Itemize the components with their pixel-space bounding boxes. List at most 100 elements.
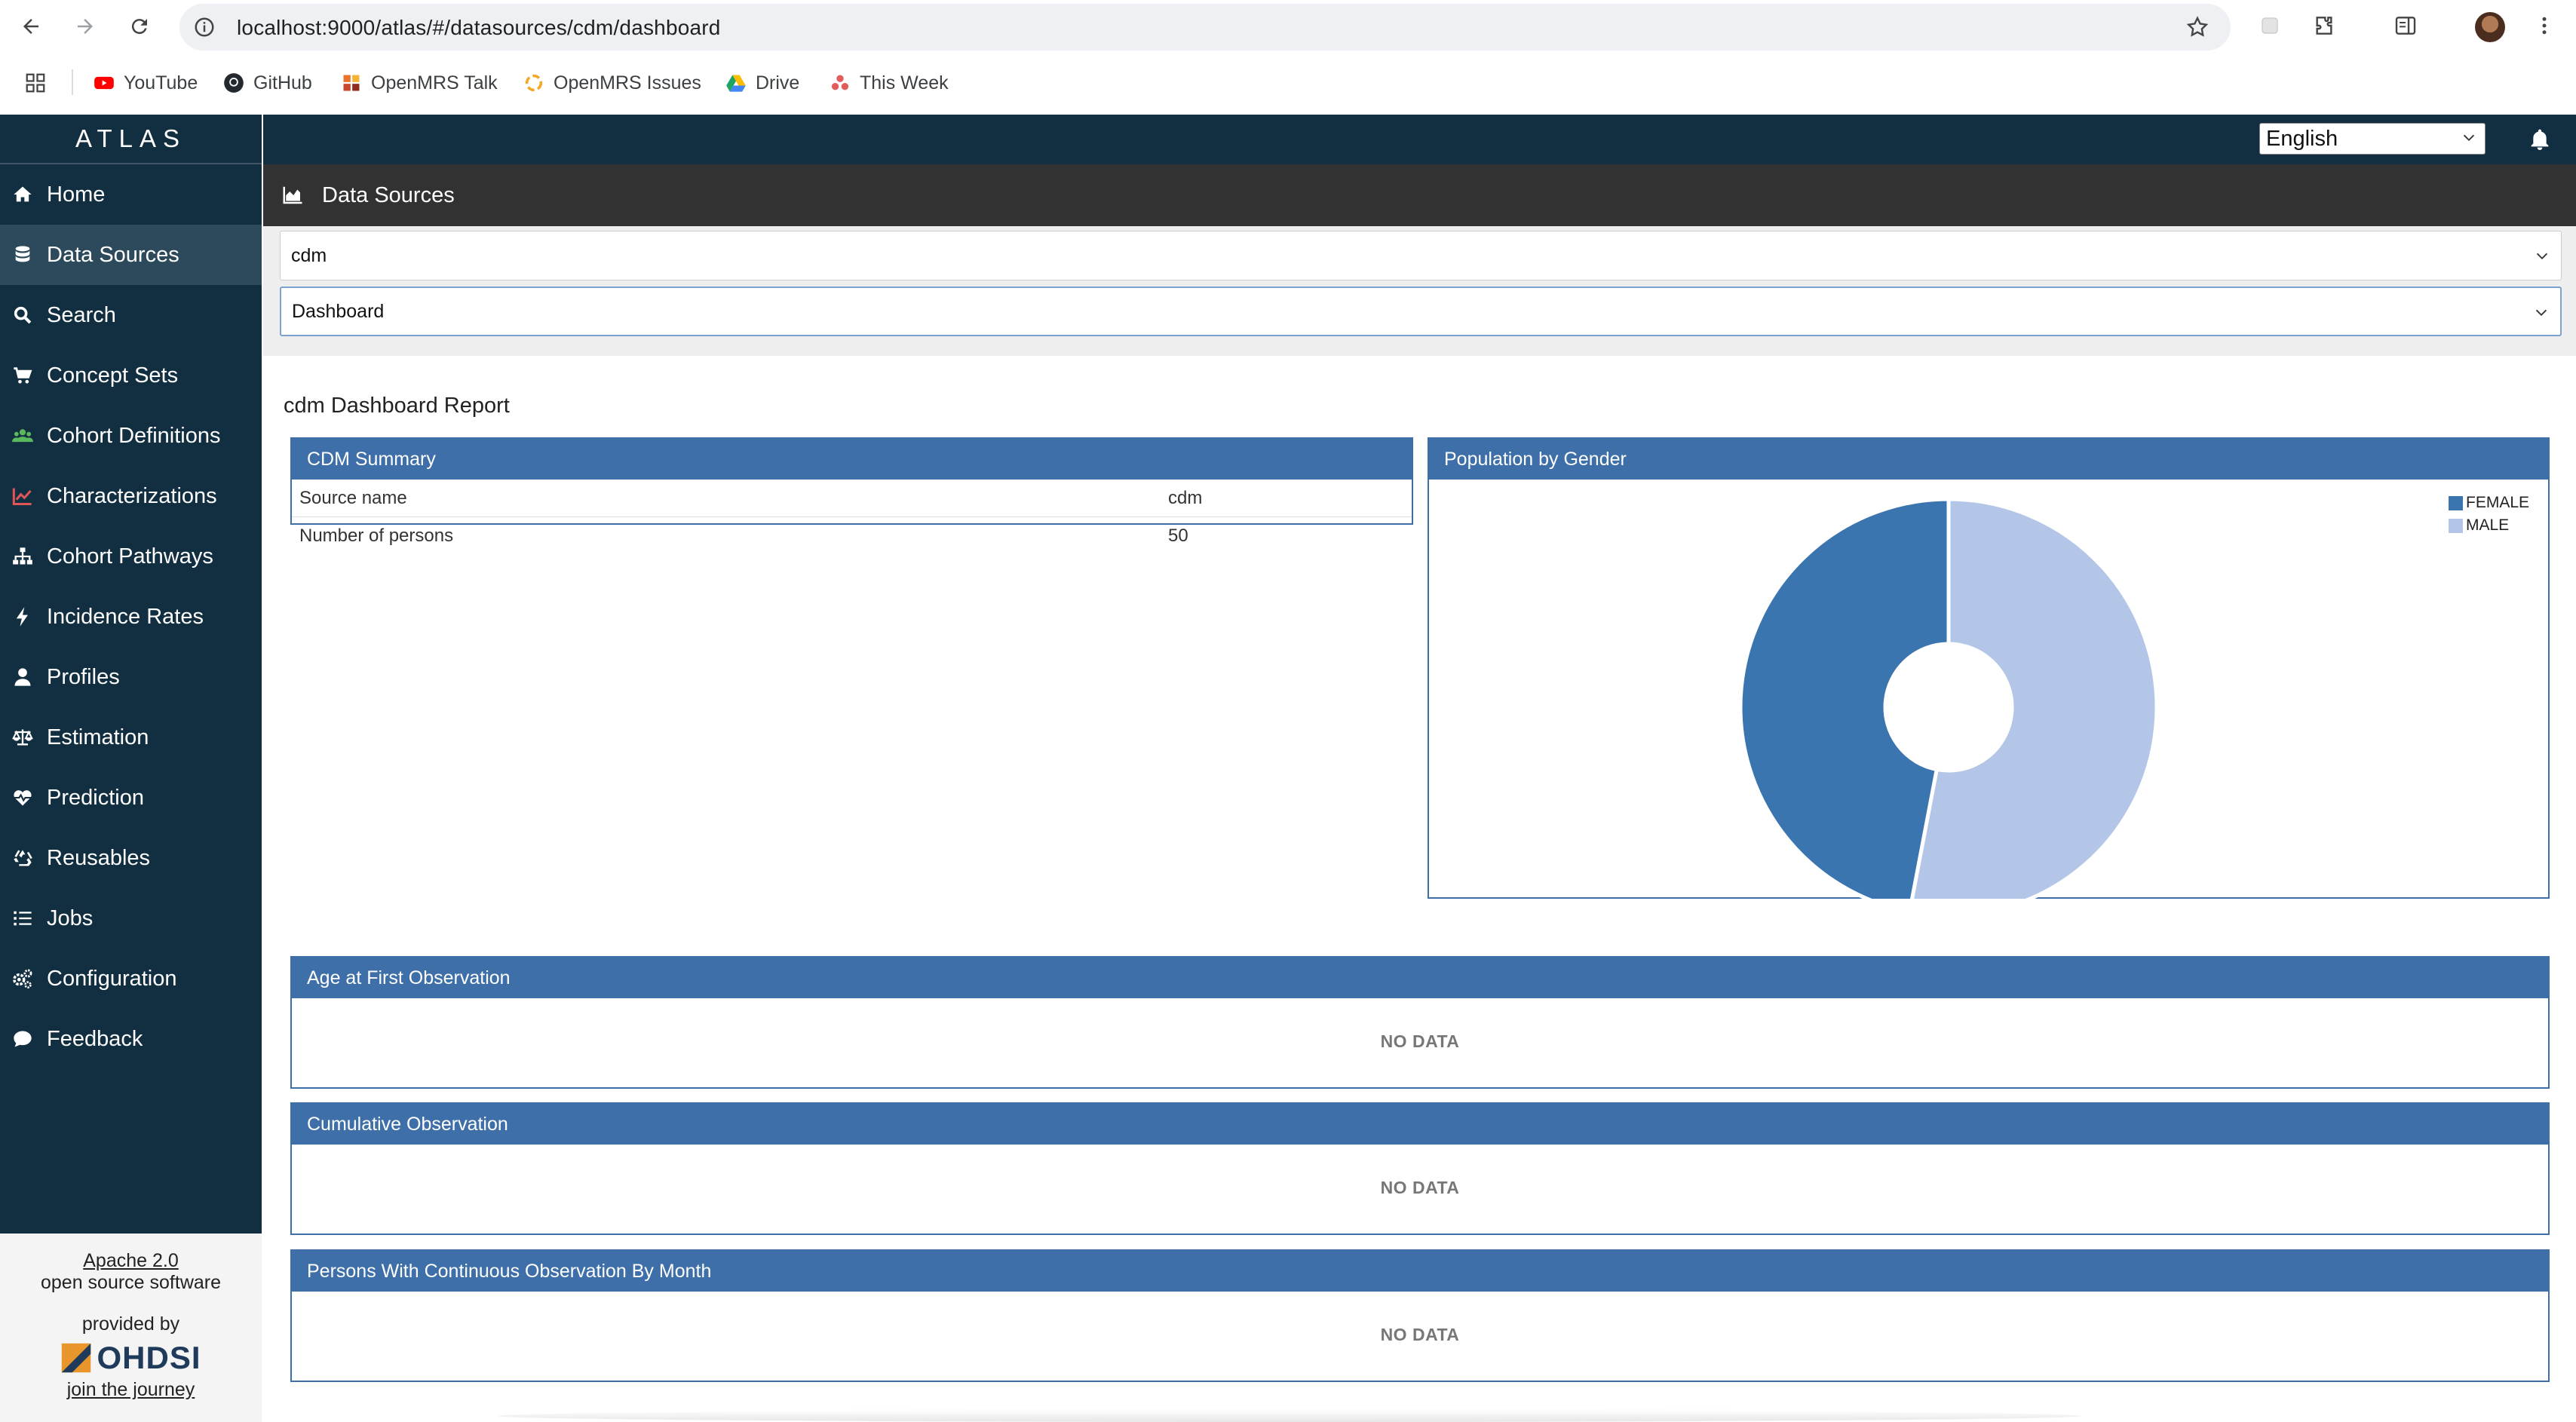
sidebar-item-label: Jobs bbox=[47, 906, 94, 930]
browser-toolbar: localhost:9000/atlas/#/datasources/cdm/d… bbox=[0, 0, 2576, 53]
pie-slice-female[interactable] bbox=[1738, 497, 1951, 899]
page-bottom-shadow bbox=[498, 1410, 2081, 1422]
sidebar-item-label: Configuration bbox=[47, 966, 177, 991]
report-select-value: Dashboard bbox=[292, 300, 385, 322]
sidebar-item-cohort-pathways[interactable]: Cohort Pathways bbox=[0, 526, 262, 587]
summary-value: 50 bbox=[1168, 526, 1188, 546]
line-chart-icon bbox=[9, 483, 36, 510]
forward-button[interactable] bbox=[69, 11, 101, 42]
page-header: Data Sources bbox=[263, 164, 2576, 226]
sidepanel-icon[interactable] bbox=[2392, 12, 2419, 39]
sidebar-item-label: Search bbox=[47, 302, 116, 327]
sidebar-item-profiles[interactable]: Profiles bbox=[0, 647, 262, 707]
join-journey-link[interactable]: join the journey bbox=[67, 1379, 195, 1400]
bookmark-github[interactable]: GitHub bbox=[223, 71, 312, 95]
balance-scale-icon bbox=[9, 724, 36, 751]
panel-title: CDM Summary bbox=[292, 439, 1412, 480]
apps-grid-icon[interactable] bbox=[24, 71, 47, 95]
bell-icon[interactable] bbox=[2528, 127, 2552, 152]
kebab-menu-icon[interactable] bbox=[2531, 12, 2558, 39]
puzzle-icon[interactable] bbox=[2311, 12, 2338, 39]
continuous-observation-panel: Persons With Continuous Observation By M… bbox=[290, 1249, 2550, 1382]
extension-placeholder-icon[interactable] bbox=[2256, 12, 2283, 39]
bookmark-label: Drive bbox=[756, 72, 800, 93]
app-topbar: English bbox=[263, 115, 2576, 164]
bookmark-openmrs-talk[interactable]: OpenMRS Talk bbox=[341, 71, 498, 95]
home-icon bbox=[9, 181, 36, 208]
youtube-icon bbox=[94, 76, 114, 90]
arrow-left-icon bbox=[23, 19, 38, 34]
source-select-value: cdm bbox=[291, 244, 327, 266]
sidebar-item-concept-sets[interactable]: Concept Sets bbox=[0, 345, 262, 406]
sidebar-menu: Home Data Sources Search Concept Sets Cohort… bbox=[0, 164, 262, 1069]
gender-donut-chart bbox=[1738, 497, 2159, 899]
apache-license-link[interactable]: Apache 2.0 bbox=[83, 1250, 179, 1271]
sidebar-item-prediction[interactable]: Prediction bbox=[0, 768, 262, 828]
no-data-text: NO DATA bbox=[1380, 1178, 1460, 1197]
reload-button[interactable] bbox=[124, 11, 155, 42]
legend-label: FEMALE bbox=[2466, 494, 2530, 511]
openmrs-issues-icon bbox=[525, 74, 543, 92]
heartbeat-icon bbox=[9, 784, 36, 811]
sidebar-item-label: Characterizations bbox=[47, 483, 217, 508]
sidebar-item-label: Home bbox=[47, 182, 106, 207]
sidebar-item-reusables[interactable]: Reusables bbox=[0, 828, 262, 888]
bolt-icon bbox=[9, 603, 36, 630]
bookmark-youtube[interactable]: YouTube bbox=[94, 71, 198, 95]
back-button[interactable] bbox=[15, 11, 47, 42]
legend-item-female: FEMALE bbox=[2449, 492, 2529, 514]
cart-icon bbox=[9, 362, 36, 389]
sidebar-item-configuration[interactable]: Configuration bbox=[0, 949, 262, 1009]
sidebar-item-characterizations[interactable]: Characterizations bbox=[0, 466, 262, 526]
bookmark-drive[interactable]: Drive bbox=[725, 71, 799, 95]
sidebar-item-estimation[interactable]: Estimation bbox=[0, 707, 262, 768]
chevron-down-icon bbox=[2536, 253, 2548, 260]
address-bar[interactable]: localhost:9000/atlas/#/datasources/cdm/d… bbox=[179, 4, 2231, 51]
ohdsi-logo[interactable]: OHDSI bbox=[0, 1340, 262, 1376]
report-select[interactable]: Dashboard bbox=[280, 287, 2562, 336]
drive-icon bbox=[726, 75, 746, 92]
profile-avatar[interactable] bbox=[2475, 12, 2505, 42]
legend-label: MALE bbox=[2466, 516, 2510, 534]
star-icon[interactable] bbox=[2185, 15, 2210, 39]
cogs-icon bbox=[9, 965, 36, 992]
bookmark-openmrs-issues[interactable]: OpenMRS Issues bbox=[523, 71, 701, 95]
sidebar-item-cohort-definitions[interactable]: Cohort Definitions bbox=[0, 406, 262, 466]
sitemap-icon bbox=[9, 543, 36, 570]
source-select[interactable]: cdm bbox=[280, 231, 2562, 280]
legend-swatch-male bbox=[2449, 518, 2463, 533]
bookmark-label: OpenMRS Issues bbox=[554, 72, 701, 93]
sidebar-item-label: Prediction bbox=[47, 785, 144, 810]
bookmark-label: This Week bbox=[860, 72, 949, 93]
bookmark-label: YouTube bbox=[124, 72, 198, 93]
recycle-icon bbox=[9, 844, 36, 872]
sidebar-item-feedback[interactable]: Feedback bbox=[0, 1009, 262, 1069]
url-path: :9000/atlas/#/datasources/cdm/dashboard bbox=[321, 16, 721, 39]
bookmark-this-week[interactable]: This Week bbox=[830, 71, 949, 95]
license-text: open source software bbox=[40, 1272, 222, 1293]
sidebar-item-label: Cohort Definitions bbox=[47, 423, 221, 448]
language-select[interactable]: English bbox=[2259, 123, 2486, 155]
population-gender-panel: Population by Gender FEMALE MALE bbox=[1428, 437, 2550, 899]
legend-swatch-female bbox=[2449, 495, 2463, 510]
panel-title: Age at First Observation bbox=[292, 958, 2548, 998]
bookmarks-bar: YouTube GitHub OpenMRS Talk OpenMRS Issu… bbox=[0, 60, 2576, 106]
sidebar-item-data-sources[interactable]: Data Sources bbox=[0, 225, 262, 285]
url-text[interactable]: localhost:9000/atlas/#/datasources/cdm/d… bbox=[237, 16, 721, 40]
sidebar-item-home[interactable]: Home bbox=[0, 164, 262, 225]
no-data-text: NO DATA bbox=[1380, 1325, 1460, 1344]
sidebar-item-label: Profiles bbox=[47, 664, 120, 689]
page-title: Data Sources bbox=[322, 182, 455, 207]
brand-logo[interactable]: ATLAS bbox=[0, 115, 262, 164]
info-icon[interactable] bbox=[193, 16, 216, 38]
sidebar-item-jobs[interactable]: Jobs bbox=[0, 888, 262, 949]
sidebar-footer: Apache 2.0 open source software provided… bbox=[0, 1234, 262, 1422]
sidebar-item-incidence-rates[interactable]: Incidence Rates bbox=[0, 587, 262, 647]
sidebar-item-search[interactable]: Search bbox=[0, 285, 262, 345]
summary-key: Number of persons bbox=[299, 526, 454, 546]
search-icon bbox=[9, 302, 36, 329]
no-data-text: NO DATA bbox=[1380, 1031, 1460, 1051]
database-icon bbox=[9, 241, 36, 268]
chevron-down-icon bbox=[2535, 309, 2547, 317]
sidebar-item-label: Reusables bbox=[47, 845, 151, 870]
